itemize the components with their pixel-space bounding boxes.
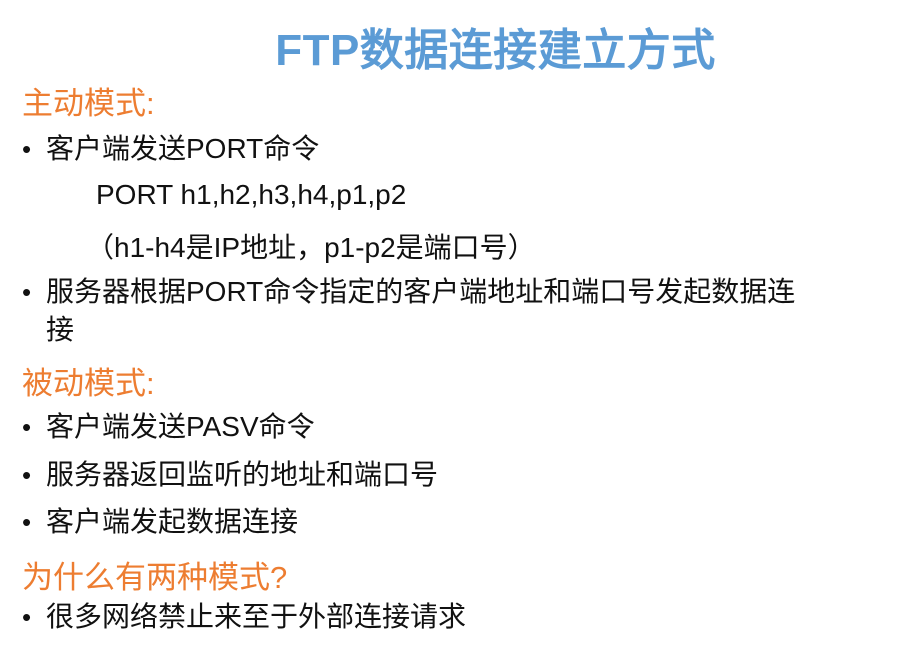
list-item: • 客户端发起数据连接 (22, 503, 902, 541)
list-item: • 服务器返回监听的地址和端口号 (22, 456, 902, 494)
port-command-syntax: PORT h1,h2,h3,h4,p1,p2 (96, 179, 407, 210)
list-item-text: 客户端发起数据连接 (46, 506, 299, 537)
passive-mode-heading: 被动模式: (22, 366, 155, 401)
bullet-dot: • (22, 412, 32, 442)
bullet-dot: • (22, 460, 32, 490)
bullet-dot: • (22, 277, 32, 307)
active-mode-heading: 主动模式: (22, 86, 155, 121)
list-item-text: 客户端发送PASV命令 (46, 411, 315, 442)
slide-title: FTP数据连接建立方式 (275, 26, 716, 75)
port-command-note: （h1-h4是IP地址，p1-p2是端口号） (86, 232, 536, 263)
bullet-dot: • (22, 602, 32, 632)
list-item-text: 很多网络禁止来至于外部连接请求 (46, 601, 467, 632)
slide: FTP数据连接建立方式 主动模式: • 客户端发送PORT命令 PORT h1,h… (0, 0, 921, 656)
list-item: • 客户端发送PORT命令 (22, 130, 902, 168)
list-item: • 服务器根据PORT命令指定的客户端地址和端口号发起数据连 接 (22, 273, 902, 349)
list-item-text: 服务器返回监听的地址和端口号 (46, 459, 439, 490)
bullet-dot: • (22, 507, 32, 537)
list-item: • 很多网络禁止来至于外部连接请求 (22, 598, 902, 636)
bullet-dot: • (22, 134, 32, 164)
list-item-text-continued: 接 (46, 314, 75, 345)
why-two-modes-heading: 为什么有两种模式? (22, 560, 288, 595)
list-item-text: 客户端发送PORT命令 (46, 133, 320, 164)
list-item-text: 服务器根据PORT命令指定的客户端地址和端口号发起数据连 (46, 276, 796, 307)
list-item: • 客户端发送PASV命令 (22, 408, 902, 446)
